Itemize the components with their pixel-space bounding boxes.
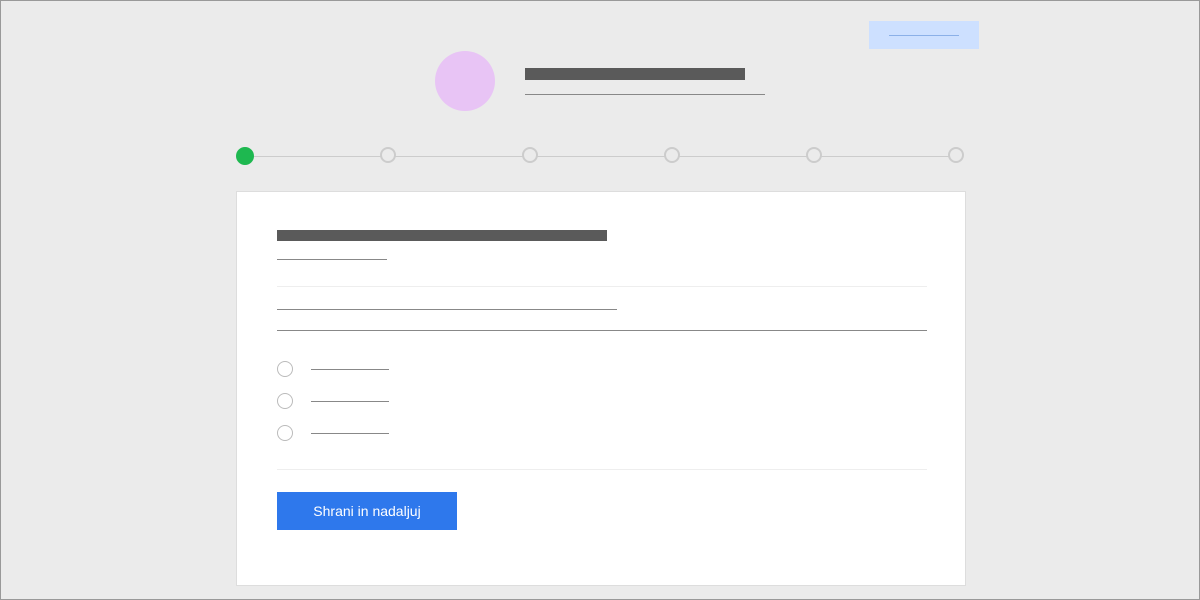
page-header <box>435 51 765 111</box>
radio-item-3[interactable] <box>277 425 925 441</box>
step-dot-1[interactable] <box>236 147 254 165</box>
radio-icon <box>277 425 293 441</box>
divider <box>277 469 927 470</box>
step-dot-2[interactable] <box>380 147 396 163</box>
top-info-badge[interactable] <box>869 21 979 49</box>
radio-label <box>311 433 389 434</box>
stepper-dots-container <box>236 147 964 165</box>
radio-label <box>311 369 389 370</box>
form-subheading <box>277 259 387 260</box>
form-card: Shrani in nadaljuj <box>236 191 966 586</box>
radio-icon <box>277 361 293 377</box>
radio-icon <box>277 393 293 409</box>
radio-item-1[interactable] <box>277 361 925 377</box>
radio-group <box>277 361 925 441</box>
header-text-block <box>525 68 765 95</box>
form-heading <box>277 230 607 241</box>
page-subtitle <box>525 94 765 95</box>
page-title <box>525 68 745 80</box>
step-progress <box>236 146 964 166</box>
text-input-1[interactable] <box>277 309 617 310</box>
text-input-2[interactable] <box>277 330 927 331</box>
badge-placeholder-line <box>889 35 959 36</box>
step-dot-3[interactable] <box>522 147 538 163</box>
radio-item-2[interactable] <box>277 393 925 409</box>
step-dot-6[interactable] <box>948 147 964 163</box>
step-dot-5[interactable] <box>806 147 822 163</box>
avatar <box>435 51 495 111</box>
step-dot-4[interactable] <box>664 147 680 163</box>
radio-label <box>311 401 389 402</box>
divider <box>277 286 927 287</box>
submit-button[interactable]: Shrani in nadaljuj <box>277 492 457 530</box>
